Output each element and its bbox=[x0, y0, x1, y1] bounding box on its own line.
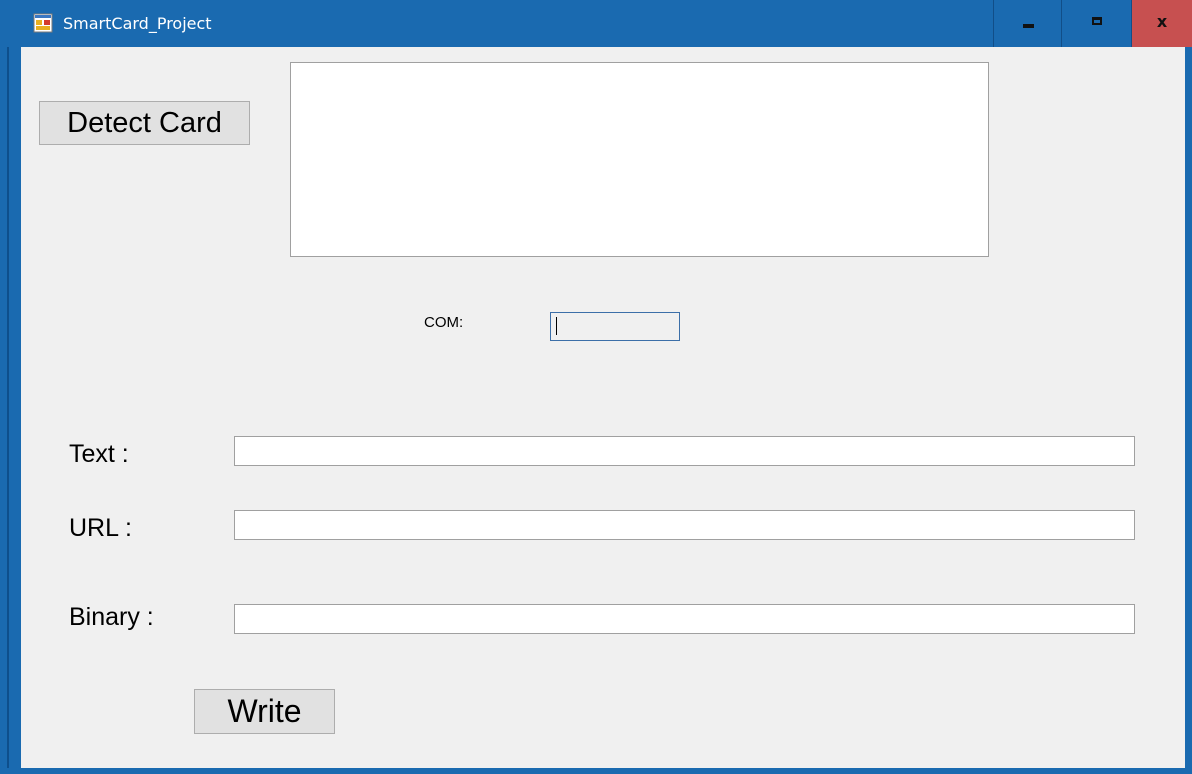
com-port-input[interactable] bbox=[550, 312, 680, 341]
window-right-border bbox=[1185, 47, 1192, 774]
window-bottom-border bbox=[0, 768, 1192, 774]
maximize-icon bbox=[1092, 17, 1102, 25]
close-icon: x bbox=[1156, 12, 1168, 31]
card-output-textbox[interactable] bbox=[290, 62, 989, 257]
app-window: SmartCard_Project x Detect Card COM: Tex… bbox=[0, 0, 1192, 774]
url-label: URL : bbox=[69, 514, 132, 542]
url-input[interactable] bbox=[234, 510, 1135, 540]
binary-input[interactable] bbox=[234, 604, 1135, 634]
close-button[interactable]: x bbox=[1132, 0, 1192, 47]
maximize-button[interactable] bbox=[1062, 0, 1132, 47]
text-input[interactable] bbox=[234, 436, 1135, 466]
text-caret bbox=[556, 317, 557, 335]
com-label: COM: bbox=[424, 314, 464, 331]
window-left-border bbox=[0, 47, 21, 774]
winforms-app-icon bbox=[33, 13, 53, 33]
minimize-button[interactable] bbox=[993, 0, 1062, 47]
text-label: Text : bbox=[69, 440, 129, 468]
title-bar[interactable]: SmartCard_Project x bbox=[0, 0, 1192, 47]
minimize-icon bbox=[1023, 24, 1034, 28]
detect-card-button[interactable]: Detect Card bbox=[39, 101, 250, 145]
write-button[interactable]: Write bbox=[194, 689, 335, 734]
window-title: SmartCard_Project bbox=[63, 14, 212, 33]
binary-label: Binary : bbox=[69, 603, 154, 631]
